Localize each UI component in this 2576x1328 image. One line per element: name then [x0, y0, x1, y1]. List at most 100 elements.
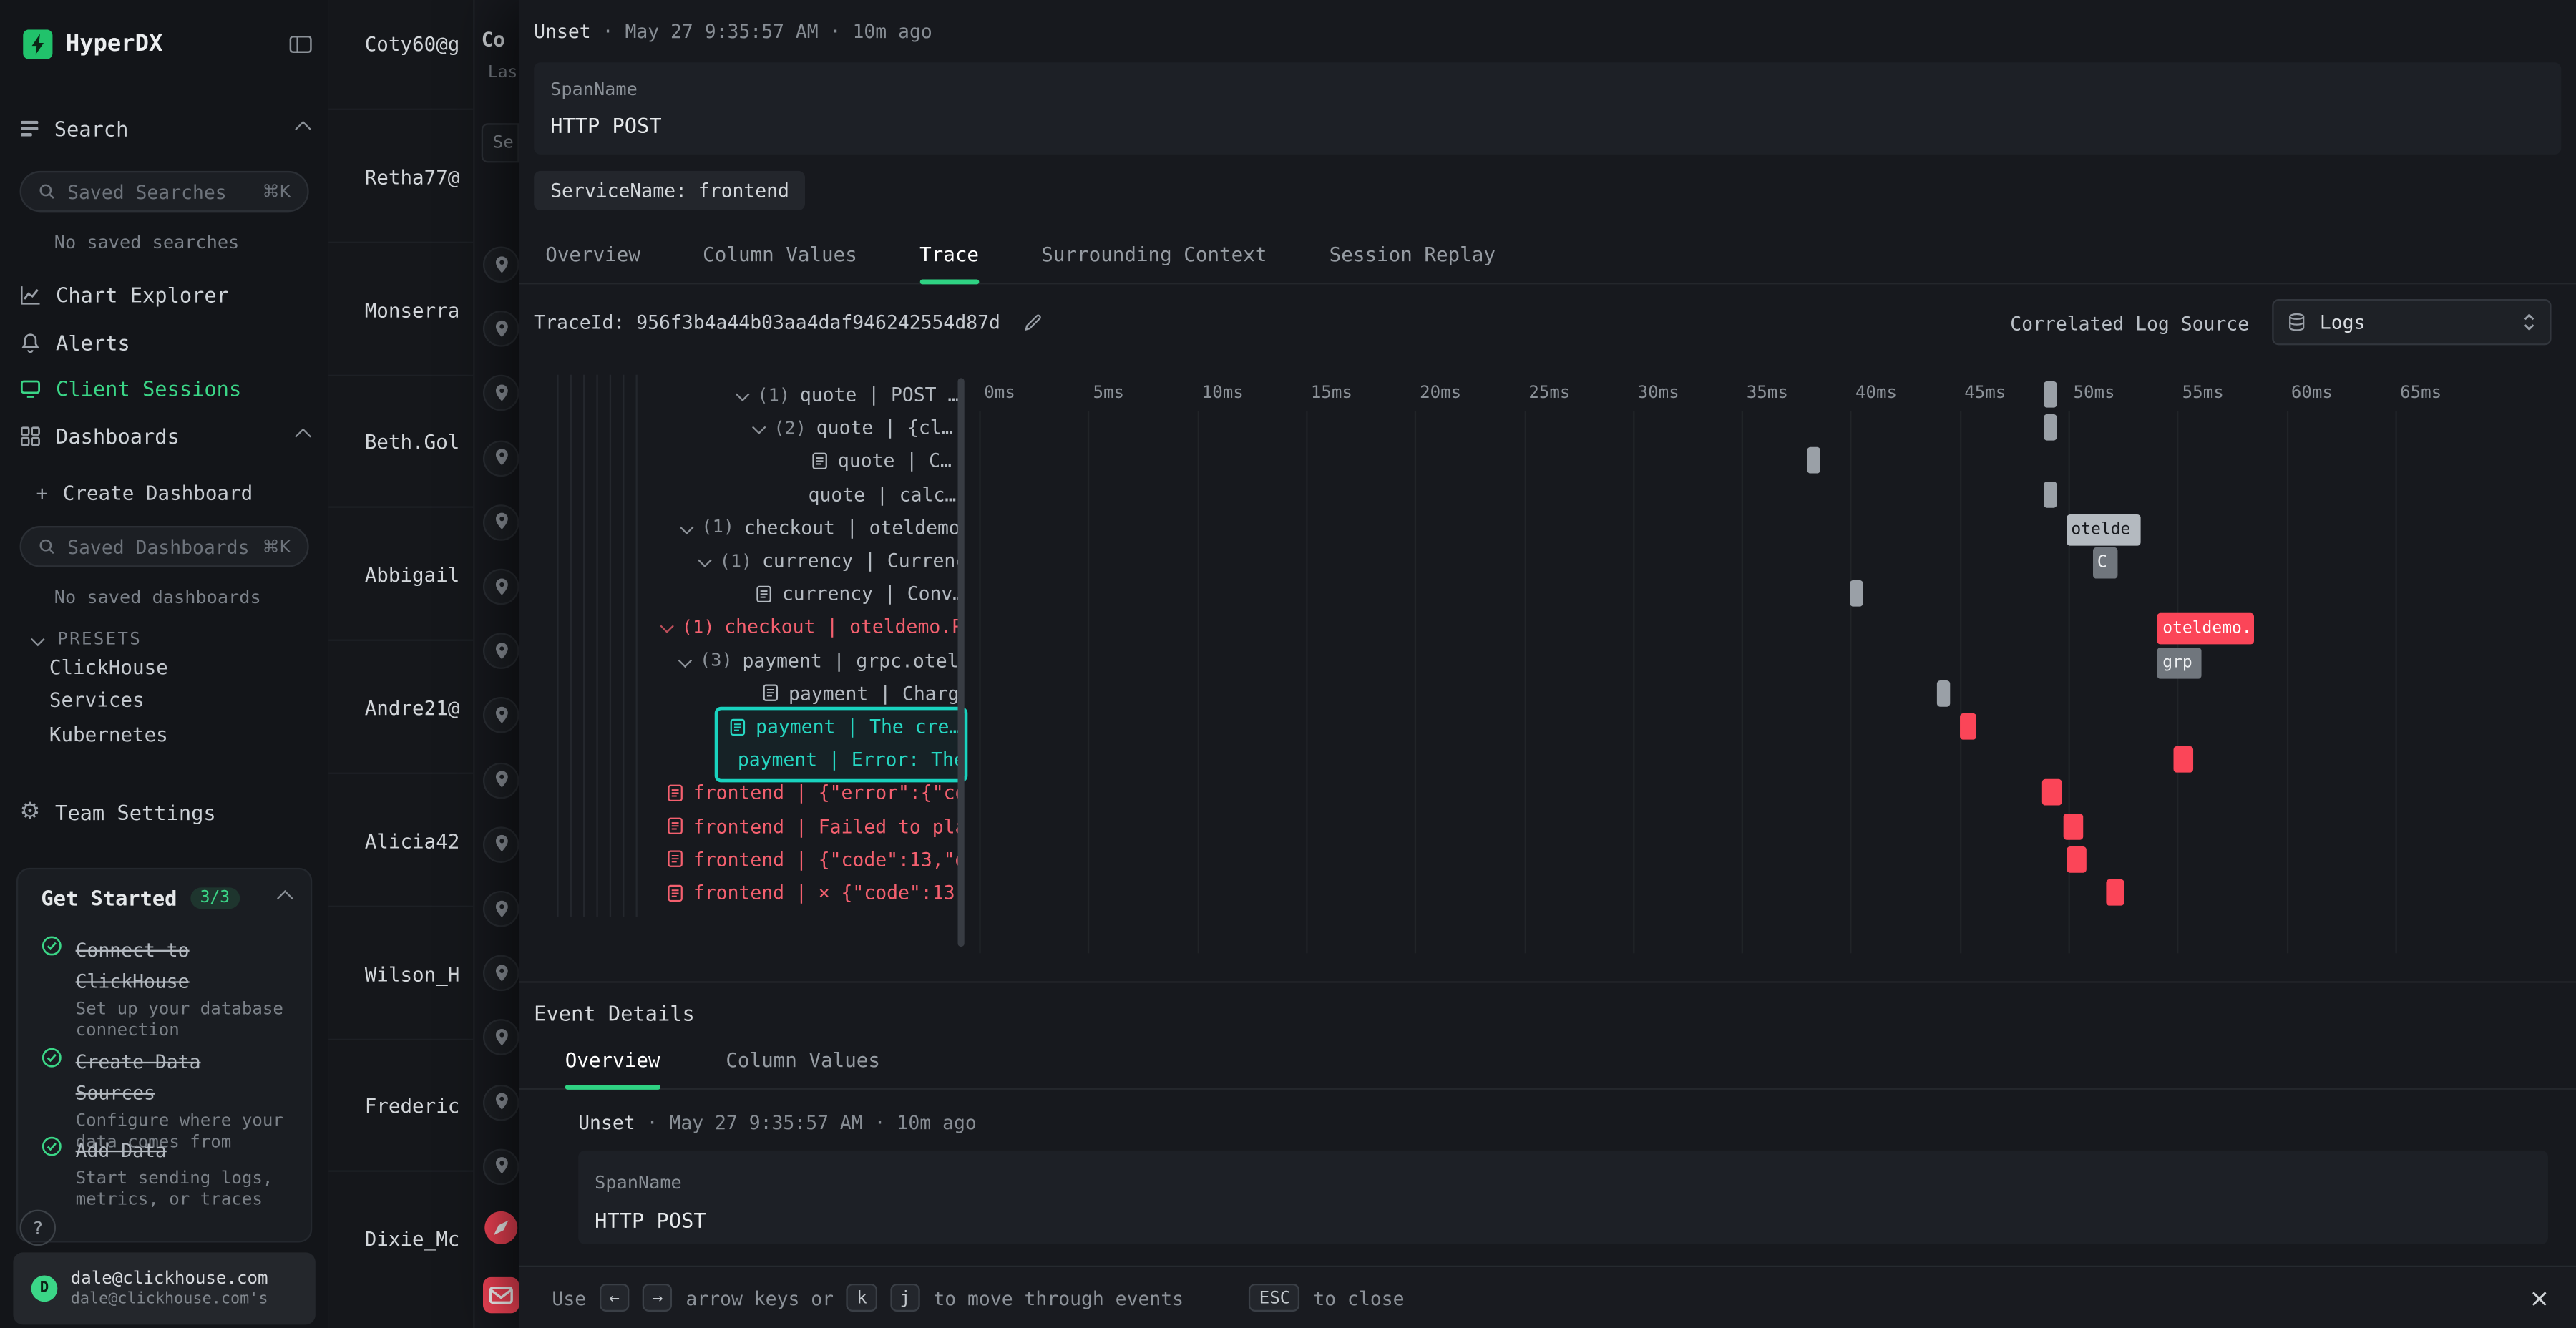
location-pin-icon[interactable]	[483, 440, 519, 477]
span-duration-bar[interactable]	[2105, 879, 2124, 906]
saved-searches-input[interactable]: Saved Searches ⌘K	[20, 171, 309, 212]
plus-icon: +	[36, 482, 49, 504]
time-tick-label: 50ms	[2073, 383, 2114, 403]
location-pin-icon[interactable]	[483, 1020, 519, 1056]
chevron-down-icon[interactable]	[678, 653, 692, 667]
sidebar-item-team-settings[interactable]: ⚙ Team Settings	[20, 796, 309, 829]
span-duration-bar[interactable]	[2044, 481, 2057, 507]
no-saved-dashboards-text: No saved dashboards	[54, 587, 261, 608]
location-pin-icon[interactable]	[483, 504, 519, 541]
span-duration-bar[interactable]	[2044, 414, 2057, 441]
preset-item-kubernetes[interactable]: Kubernetes	[49, 723, 168, 746]
location-pin-icon[interactable]	[483, 1084, 519, 1120]
sidebar-item-search[interactable]: Search	[20, 112, 309, 145]
trace-tree-row[interactable]: (3)payment | grpc.oteld…	[680, 644, 963, 677]
trace-tree-row[interactable]: frontend | {"code":13,"det…	[667, 843, 962, 876]
span-duration-bar[interactable]	[2067, 846, 2086, 873]
span-duration-bar[interactable]: grp	[2157, 647, 2201, 678]
trace-tree-row[interactable]: quote | calc…	[809, 478, 957, 511]
check-circle-icon	[41, 1136, 62, 1157]
location-pin-icon[interactable]	[483, 311, 519, 348]
k-key: k	[847, 1284, 877, 1312]
trace-tree-row[interactable]: payment | Charge …	[762, 677, 962, 710]
close-icon[interactable]: ×	[2529, 1283, 2550, 1312]
location-pin-icon[interactable]	[483, 569, 519, 605]
span-duration-bar[interactable]: oteldemo.	[2157, 614, 2253, 645]
span-duration-bar[interactable]	[1850, 580, 1863, 607]
presets-header[interactable]: PRESETS	[33, 623, 309, 656]
span-duration-bar[interactable]: otelde	[2067, 514, 2140, 546]
chevron-down-icon[interactable]	[660, 620, 673, 633]
location-pin-icon[interactable]	[483, 698, 519, 734]
timestamp: May 27 9:35:57 AM	[669, 1111, 862, 1134]
tab-event-column-values[interactable]: Column Values	[726, 1035, 880, 1088]
sidebar-item-dashboards[interactable]: Dashboards	[20, 419, 309, 452]
trace-tree-row[interactable]: (2)quote | {cl…	[754, 411, 953, 444]
sidebar-item-chart-explorer[interactable]: Chart Explorer	[20, 278, 309, 311]
collapse-sidebar-icon[interactable]	[289, 34, 312, 54]
indent-guide	[623, 375, 624, 917]
tab-event-overview[interactable]: Overview	[565, 1035, 660, 1088]
location-pin-icon[interactable]	[483, 955, 519, 992]
get-started-item-title: Connect to ClickHouse	[76, 939, 190, 993]
trace-tree-row[interactable]: (1)currency | Currenc…	[700, 544, 962, 577]
trace-tree-row[interactable]: (1)quote | POST …	[738, 378, 960, 411]
saved-dashboards-input[interactable]: Saved Dashboards ⌘K	[20, 526, 309, 567]
preset-item-services[interactable]: Services	[49, 688, 145, 711]
get-started-header[interactable]: Get Started 3/3	[41, 886, 291, 910]
location-pin-icon[interactable]	[483, 376, 519, 412]
span-label: quote | calc…	[809, 482, 957, 505]
location-pin-icon[interactable]	[483, 247, 519, 283]
child-count: (1)	[720, 550, 753, 571]
span-duration-bar[interactable]	[1959, 713, 1976, 740]
location-pin-icon[interactable]	[483, 891, 519, 927]
help-button[interactable]: ?	[20, 1210, 57, 1246]
user-chip[interactable]: D dale@clickhouse.com dale@clickhouse.co…	[13, 1252, 315, 1324]
time-tick-label: 55ms	[2182, 383, 2224, 403]
get-started-item-title: Add Data	[76, 1139, 167, 1162]
indent-guide	[570, 375, 572, 917]
trace-tree-row[interactable]: currency | Conv…	[756, 577, 962, 610]
location-pin-icon[interactable]	[483, 633, 519, 670]
shortcut-hint: ⌘K	[262, 182, 291, 202]
get-started-item[interactable]: Add Data Start sending logs, metrics, or…	[41, 1133, 291, 1211]
trace-tree-row[interactable]: frontend | × {"code":13,"d…	[667, 876, 962, 909]
tree-timeline-scrollbar[interactable]	[958, 378, 965, 947]
span-duration-bar[interactable]	[2044, 381, 2057, 408]
location-pin-icon[interactable]	[483, 1148, 519, 1185]
span-duration-bar[interactable]	[2042, 780, 2062, 806]
span-duration-bar[interactable]	[2173, 746, 2192, 773]
log-icon	[667, 817, 683, 835]
chevron-up-icon[interactable]	[277, 890, 293, 907]
chevron-up-icon[interactable]	[295, 427, 311, 444]
span-duration-bar[interactable]: C	[2092, 547, 2119, 579]
get-started-item[interactable]: Connect to ClickHouse Set up your databa…	[41, 932, 291, 1042]
span-name-card: SpanName HTTP POST	[578, 1151, 2548, 1244]
chevron-down-icon[interactable]	[680, 520, 693, 534]
trace-tree-row[interactable]: (1)checkout | oteldemo.…	[682, 511, 963, 544]
mail-icon[interactable]	[483, 1277, 519, 1314]
user-subtext: dale@clickhouse.com's	[71, 1289, 268, 1309]
sidebar-item-client-sessions[interactable]: Client Sessions	[20, 371, 309, 404]
chevron-down-icon[interactable]	[698, 554, 711, 567]
chevron-down-icon[interactable]	[736, 388, 749, 401]
sidebar-item-alerts[interactable]: Alerts	[20, 326, 309, 358]
trace-tree-row[interactable]: (1)checkout | oteldemo.Pa…	[662, 610, 962, 643]
span-duration-bar[interactable]	[1938, 680, 1951, 707]
chevron-up-icon[interactable]	[295, 120, 311, 137]
compass-icon[interactable]	[483, 1210, 519, 1246]
trace-tree-row[interactable]: quote | C…	[811, 444, 952, 477]
trace-tree-row[interactable]: frontend | Failed to place…	[667, 810, 962, 843]
child-count: (1)	[682, 616, 715, 638]
span-duration-bar[interactable]	[2064, 813, 2083, 839]
esc-key: ESC	[1249, 1284, 1300, 1312]
chevron-down-icon[interactable]	[752, 421, 766, 434]
create-dashboard-button[interactable]: + Create Dashboard	[36, 477, 309, 509]
location-pin-icon[interactable]	[483, 826, 519, 863]
span-duration-bar[interactable]	[1807, 448, 1820, 474]
sidebar-item-label: Chart Explorer	[56, 282, 309, 306]
log-icon	[667, 884, 683, 902]
preset-item-clickhouse[interactable]: ClickHouse	[49, 656, 168, 679]
chevron-down-icon	[31, 633, 44, 646]
location-pin-icon[interactable]	[483, 762, 519, 799]
